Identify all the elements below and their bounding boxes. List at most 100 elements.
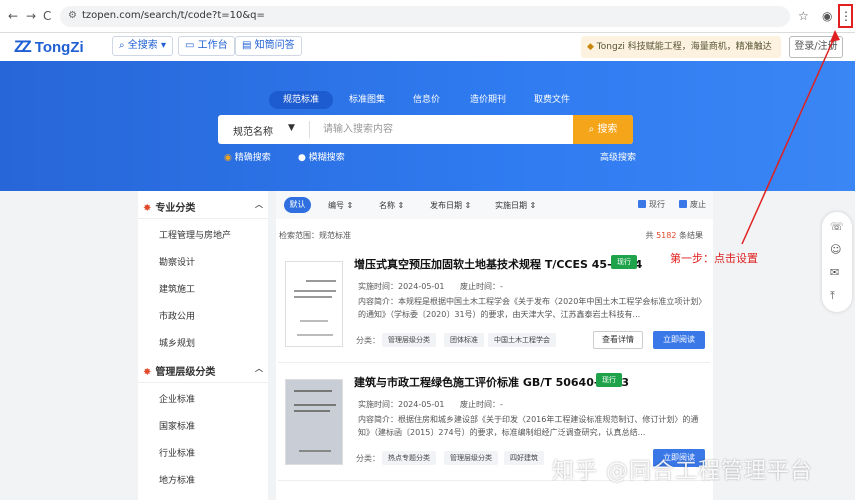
annotation-text: 第一步：点击设置: [670, 252, 758, 265]
sidebar-item-construction[interactable]: 建筑施工: [159, 282, 195, 295]
category-tag[interactable]: 管理层级分类: [444, 451, 498, 465]
divider: [138, 218, 268, 219]
document-thumbnail[interactable]: [285, 261, 343, 347]
browser-toolbar: ← → C ⚙ tzopen.com/search/t/code?t=10&q=…: [0, 0, 855, 33]
sort-label: 实施日期: [495, 201, 527, 210]
qa-label: 知筒问答: [254, 40, 295, 51]
logo-mark-icon: ZZ: [14, 37, 32, 56]
thumb-line: [294, 296, 332, 298]
category-group-professional[interactable]: ✸ 专业分类 ︿: [143, 199, 265, 214]
search-button[interactable]: ⌕ 搜索: [573, 115, 633, 144]
result-card[interactable]: 增压式真空预压加固软土地基技术规程 T/CCES 45-2024 现行 实施时间…: [278, 251, 710, 363]
sidebar-item-survey-design[interactable]: 勘察设计: [159, 255, 195, 268]
abolish-date: 废止时间：-: [460, 282, 503, 291]
tab-fee-docs[interactable]: 取费文件: [520, 91, 584, 109]
address-bar[interactable]: ⚙ tzopen.com/search/t/code?t=10&q=: [60, 6, 790, 27]
site-logo[interactable]: ZZ TongZi: [14, 37, 84, 57]
sort-by-impl-date[interactable]: 实施日期 ⇕: [495, 200, 536, 211]
sort-by-code[interactable]: 编号 ⇕: [328, 200, 353, 211]
advanced-search-link[interactable]: 高级搜索: [600, 150, 636, 163]
radio-icon: ●: [298, 153, 306, 163]
search-input[interactable]: [323, 118, 563, 140]
sort-by-publish-date[interactable]: 发布日期 ⇕: [430, 200, 471, 211]
thumb-line: [300, 320, 328, 322]
floating-toolbar: ☏ ☺ ✉ ⤒: [822, 212, 852, 312]
filter-current-checkbox[interactable]: 现行: [638, 199, 665, 210]
tab-atlas[interactable]: 标准图集: [335, 91, 399, 109]
impl-date: 实施时间：2024-05-01: [358, 282, 445, 291]
more-vert-icon: ⋮: [840, 9, 852, 23]
exact-search-label: 精确搜索: [234, 153, 271, 163]
tab-standards[interactable]: 规范标准: [269, 91, 334, 109]
feedback-icon[interactable]: ✉: [830, 266, 839, 279]
tab-price-info[interactable]: 信息价: [399, 91, 454, 109]
thumb-line: [299, 450, 331, 452]
category-tag[interactable]: 管理层级分类: [382, 333, 436, 347]
chevron-up-icon[interactable]: ︿: [255, 363, 263, 374]
sidebar-item-industry-std[interactable]: 行业标准: [159, 446, 195, 459]
category-icon: ✸: [143, 367, 152, 378]
sort-by-name[interactable]: 名称 ⇕: [379, 200, 404, 211]
sort-icon: ⇕: [464, 201, 472, 210]
wechat-icon[interactable]: ☺: [830, 243, 841, 256]
thumb-line: [294, 390, 332, 392]
browser-menu-button[interactable]: ⋮: [838, 4, 853, 28]
promo-text: Tongzi 科技赋能工程，海量商机，精准触达: [596, 42, 772, 52]
checkbox-checked-icon: [679, 200, 687, 208]
category-group-level[interactable]: ✸ 管理层级分类 ︿: [143, 363, 265, 378]
category-tag[interactable]: 热点专题分类: [382, 451, 436, 465]
watermark: 知乎 @同合工程管理平台: [552, 459, 813, 484]
category-tag[interactable]: 中国土木工程学会: [488, 333, 556, 347]
result-title[interactable]: 建筑与市政工程绿色施工评价标准 GB/T 50640-2023: [354, 374, 629, 390]
divider: [138, 382, 268, 383]
category-tag[interactable]: 四好建筑: [504, 451, 544, 465]
sidebar-item-national-std[interactable]: 国家标准: [159, 419, 195, 432]
chevron-up-icon[interactable]: ︿: [255, 199, 263, 210]
thumb-line: [294, 290, 336, 292]
profile-icon[interactable]: ◉: [822, 9, 832, 23]
forward-icon[interactable]: →: [26, 9, 36, 23]
tab-cost-journal[interactable]: 造价期刊: [456, 91, 520, 109]
view-details-button[interactable]: 查看详情: [593, 331, 643, 349]
url-text: tzopen.com/search/t/code?t=10&q=: [82, 10, 265, 21]
reload-icon[interactable]: C: [43, 9, 51, 23]
caret-down-icon[interactable]: ▼: [288, 123, 295, 133]
status-badge: 现行: [611, 255, 637, 269]
sidebar-item-enterprise-std[interactable]: 企业标准: [159, 392, 195, 405]
qa-button[interactable]: ▤ 知筒问答: [235, 36, 302, 56]
search-field-select[interactable]: 规范名称: [233, 123, 273, 138]
sidebar-item-urban-planning[interactable]: 城乡规划: [159, 336, 195, 349]
sort-default-button[interactable]: 默认: [284, 197, 311, 213]
promo-banner[interactable]: ◆ Tongzi 科技赋能工程，海量商机，精准触达: [581, 36, 781, 58]
exact-search-radio[interactable]: ◉ 精确搜索: [224, 150, 271, 163]
status-badge: 现行: [596, 373, 622, 387]
workbench-label: 工作台: [197, 40, 228, 51]
result-title[interactable]: 增压式真空预压加固软土地基技术规程 T/CCES 45-2024: [354, 256, 642, 272]
fuzzy-search-label: 模糊搜索: [308, 153, 345, 163]
search-all-label: 全搜索: [127, 40, 158, 51]
search-all-button[interactable]: ⌕ 全搜索 ▾: [112, 36, 173, 56]
monitor-icon: ▭: [185, 40, 198, 51]
back-icon[interactable]: ←: [8, 9, 18, 23]
back-to-top-icon[interactable]: ⤒: [830, 289, 835, 303]
sort-label: 发布日期: [430, 201, 462, 210]
sidebar-item-local-std[interactable]: 地方标准: [159, 473, 195, 486]
site-info-icon[interactable]: ⚙: [68, 10, 77, 21]
document-thumbnail[interactable]: [285, 379, 343, 465]
search-button-label: 搜索: [597, 124, 618, 135]
group-title: 管理层级分类: [155, 367, 216, 378]
workbench-button[interactable]: ▭ 工作台: [178, 36, 235, 56]
count-prefix: 共: [645, 231, 654, 240]
customer-service-icon[interactable]: ☏: [830, 220, 844, 233]
impl-date: 实施时间：2024-05-01: [358, 400, 445, 409]
read-now-button[interactable]: 立即阅读: [653, 331, 705, 349]
filter-abolished-checkbox[interactable]: 废止: [679, 199, 706, 210]
sidebar-item-municipal[interactable]: 市政公用: [159, 309, 195, 322]
fuzzy-search-radio[interactable]: ● 模糊搜索: [298, 150, 345, 163]
category-tag[interactable]: 团体标准: [444, 333, 484, 347]
bookmark-star-icon[interactable]: ☆: [798, 9, 809, 23]
book-icon: ▤: [242, 40, 255, 51]
login-button[interactable]: 登录/注册: [789, 36, 843, 58]
sidebar-item-engineering-mgmt[interactable]: 工程管理与房地产: [159, 228, 231, 241]
checkbox-checked-icon: [638, 200, 646, 208]
